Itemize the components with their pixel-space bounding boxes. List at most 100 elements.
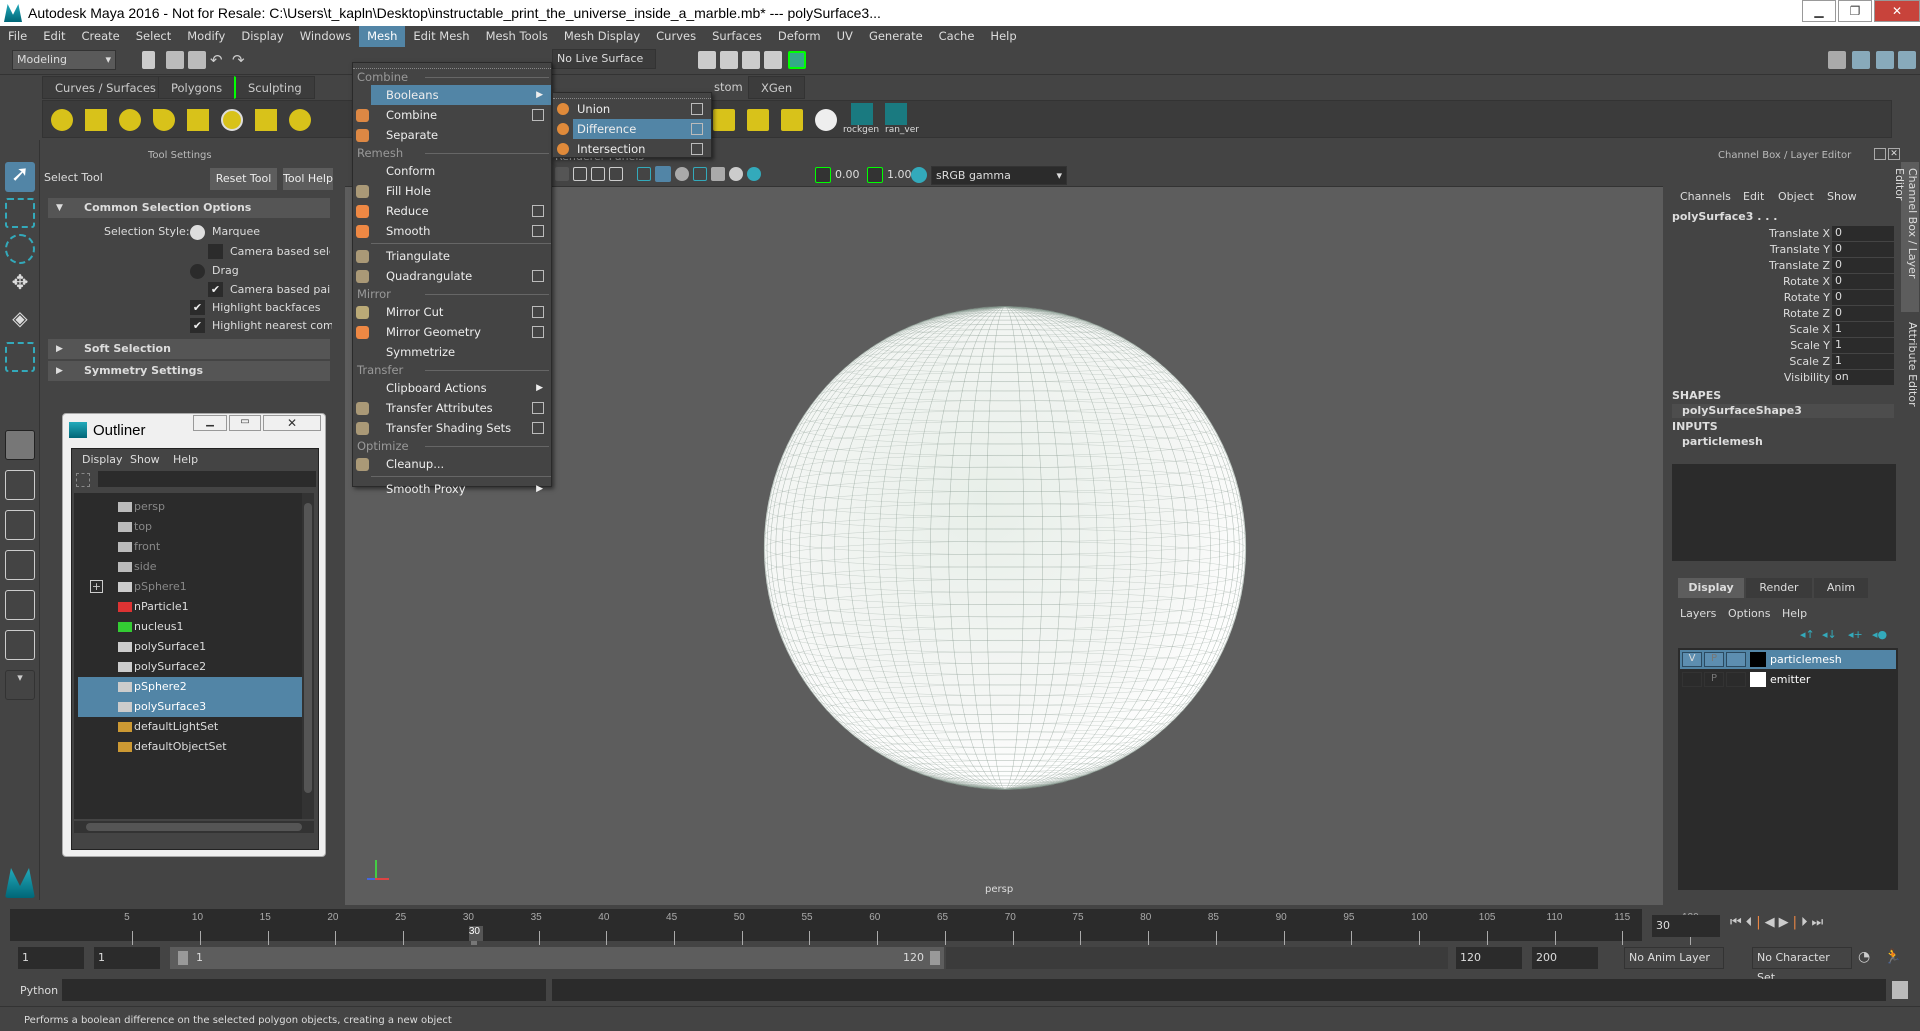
save-scene-icon[interactable]	[188, 51, 206, 69]
menu-help[interactable]: Help	[982, 26, 1024, 47]
outliner-item[interactable]: polySurface1	[78, 637, 304, 657]
rockgen-icon[interactable]	[851, 103, 873, 125]
shaded-wire-icon[interactable]	[675, 167, 689, 181]
render-icon[interactable]	[698, 51, 716, 69]
anim-end-field[interactable]: 200	[1532, 947, 1598, 969]
shadows-icon[interactable]	[747, 167, 761, 181]
scale-tool-icon[interactable]	[5, 342, 35, 372]
channel-value[interactable]: 1	[1832, 338, 1894, 353]
outliner-menu-display[interactable]: Display	[82, 453, 123, 466]
step-forward-key-icon[interactable]: ⏵	[1801, 915, 1812, 930]
show-menu[interactable]: Show	[1827, 190, 1857, 203]
channel-row[interactable]: Scale X1	[1668, 322, 1894, 338]
menu-create[interactable]: Create	[74, 26, 128, 47]
menu-item-combine[interactable]: Combine	[371, 105, 551, 125]
workspace-icon[interactable]	[1828, 51, 1846, 69]
play-backward-icon[interactable]: ◀	[1765, 915, 1779, 930]
render-layers-icon[interactable]	[713, 109, 735, 131]
menu-generate[interactable]: Generate	[861, 26, 931, 47]
four-view-layout-icon[interactable]	[5, 470, 35, 500]
layer-color-swatch[interactable]	[1750, 672, 1766, 687]
script-editor-icon[interactable]	[1892, 981, 1908, 999]
render-setup-icon[interactable]	[815, 109, 837, 131]
layer-row[interactable]: Pemitter	[1680, 670, 1896, 689]
command-input[interactable]	[62, 979, 546, 1001]
menu-item-cleanup[interactable]: Cleanup...	[371, 454, 551, 474]
option-box-icon[interactable]	[532, 109, 544, 121]
menu-mesh[interactable]: Mesh	[359, 26, 406, 47]
layers-menu[interactable]: Layers	[1680, 607, 1716, 620]
shelf-tab-polygons[interactable]: Polygons	[158, 76, 236, 99]
new-layer-icon[interactable]: ◂+	[1848, 628, 1863, 641]
layer-playback-toggle[interactable]: P	[1704, 672, 1724, 687]
outliner-item[interactable]: pSphere2	[78, 677, 304, 697]
range-slider[interactable]: 1 120	[170, 947, 944, 969]
lighting-icon[interactable]	[729, 167, 743, 181]
channel-value[interactable]: 0	[1832, 226, 1894, 241]
render-settings-icon[interactable]	[764, 51, 782, 69]
film-gate-icon[interactable]	[591, 167, 605, 181]
range-start-field[interactable]: 1	[18, 947, 84, 969]
channel-row[interactable]: Rotate Z0	[1668, 306, 1894, 322]
single-perspective-layout-icon[interactable]	[5, 430, 35, 460]
channel-row[interactable]: Rotate Y0	[1668, 290, 1894, 306]
menu-select[interactable]: Select	[128, 26, 179, 47]
panel-layout-icon[interactable]	[1898, 51, 1916, 69]
grid-icon[interactable]	[573, 167, 587, 181]
channel-row[interactable]: Translate Z0	[1668, 258, 1894, 274]
menu-item-clipboard-actions[interactable]: Clipboard Actions ▶	[371, 378, 551, 398]
go-to-end-icon[interactable]: ⏭	[1811, 915, 1827, 930]
option-box-icon[interactable]	[532, 270, 544, 282]
step-back-frame-icon[interactable]: |	[1756, 915, 1764, 930]
menu-set-dropdown[interactable]: Modeling ▾	[12, 50, 116, 70]
time-slider[interactable]: 5 10 15 20 25 30 35 40 45 50 55 60 65 70 75 80 85 90 95 100…	[10, 909, 1699, 945]
close-panel-icon[interactable]: ✕	[1888, 148, 1900, 160]
channel-value[interactable]: 1	[1832, 354, 1894, 369]
shelf-tab-sculpting[interactable]: Sculpting	[234, 76, 315, 99]
menu-curves[interactable]: Curves	[648, 26, 704, 47]
undo-icon[interactable]: ↶	[210, 51, 228, 69]
object-menu[interactable]: Object	[1778, 190, 1814, 203]
directional-light-icon[interactable]	[85, 109, 107, 131]
layout-icon[interactable]	[1852, 51, 1870, 69]
maximize-button[interactable]: ▭	[229, 415, 261, 431]
area-light-icon[interactable]	[187, 109, 209, 131]
menu-item-triangulate[interactable]: Triangulate	[371, 246, 551, 266]
exposure-value[interactable]: 0.00	[835, 168, 860, 181]
option-box-icon[interactable]	[532, 326, 544, 338]
marquee-radio[interactable]	[190, 225, 205, 240]
outliner-vertical-scrollbar[interactable]	[302, 493, 314, 819]
channel-row[interactable]: Rotate X0	[1668, 274, 1894, 290]
channel-box-side-tab[interactable]: Channel Box / Layer Editor	[1893, 162, 1919, 312]
redo-icon[interactable]: ↷	[232, 51, 250, 69]
channel-value[interactable]: 0	[1832, 242, 1894, 257]
outliner-item[interactable]: defaultObjectSet	[78, 737, 304, 757]
outliner-item[interactable]: nucleus1	[78, 617, 304, 637]
channel-row[interactable]: Scale Y1	[1668, 338, 1894, 354]
option-box-icon[interactable]	[532, 402, 544, 414]
option-box-icon[interactable]	[532, 422, 544, 434]
particle-sphere-mesh[interactable]	[755, 298, 1255, 798]
input-name[interactable]: particlemesh	[1682, 435, 1763, 448]
menu-surfaces[interactable]: Surfaces	[704, 26, 770, 47]
lasso-tool-icon[interactable]	[5, 198, 35, 228]
channel-row[interactable]: Translate X0	[1668, 226, 1894, 242]
move-layer-up-icon[interactable]: ◂↑	[1800, 628, 1815, 641]
light-add-icon[interactable]	[255, 109, 277, 131]
edit-menu[interactable]: Edit	[1743, 190, 1764, 203]
menu-item-booleans[interactable]: Booleans ▶	[371, 85, 551, 105]
outliner-layout-icon[interactable]	[5, 510, 35, 540]
menu-item-separate[interactable]: Separate	[371, 125, 551, 145]
graph-editor-layout-icon[interactable]	[5, 550, 35, 580]
xray-icon[interactable]	[693, 167, 707, 181]
attribute-editor-side-tab[interactable]: Attribute Editor	[1901, 316, 1919, 416]
layer-color-swatch[interactable]	[1750, 652, 1766, 667]
option-box-icon[interactable]	[532, 306, 544, 318]
minimize-button[interactable]: ▁	[193, 415, 227, 431]
expand-icon[interactable]: +	[90, 580, 103, 593]
hypershade-layout-icon[interactable]	[5, 590, 35, 620]
menu-modify[interactable]: Modify	[179, 26, 233, 47]
menu-item-mirror-cut[interactable]: Mirror Cut	[371, 302, 551, 322]
channel-row[interactable]: Scale Z1	[1668, 354, 1894, 370]
soft-selection-section[interactable]: ▶ Soft Selection	[48, 339, 330, 359]
